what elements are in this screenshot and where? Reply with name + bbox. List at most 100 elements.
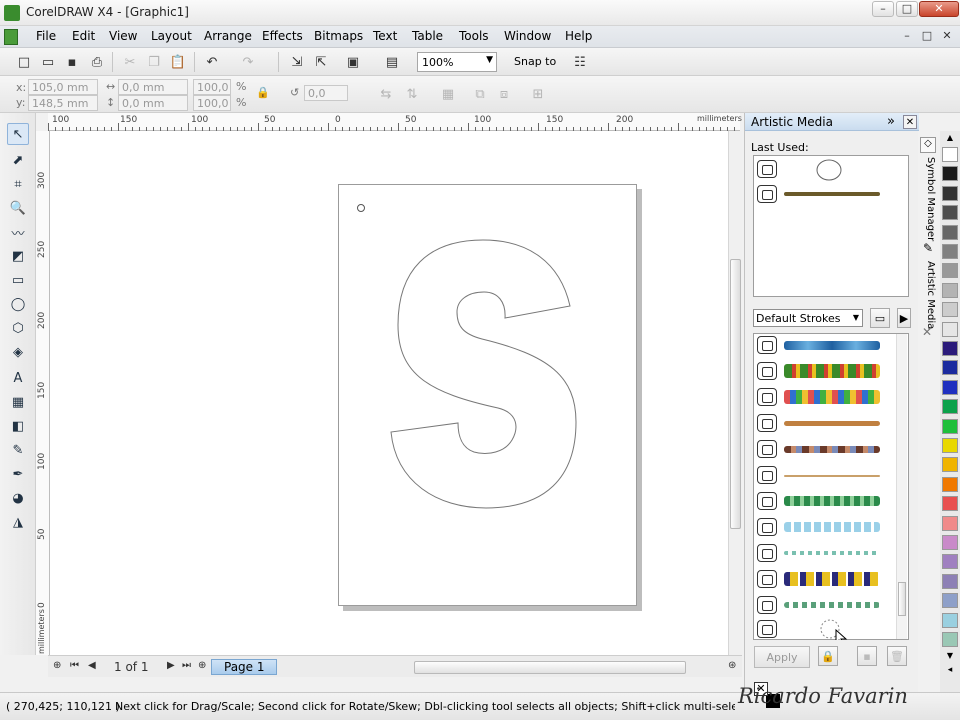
x-position-field[interactable]: 105,0 mm xyxy=(28,79,98,95)
color-swatch[interactable] xyxy=(942,535,958,550)
list-item[interactable] xyxy=(754,542,884,564)
fill-bucket-icon[interactable]: ◕ xyxy=(7,487,29,509)
docker-close-icon[interactable]: ✕ xyxy=(903,115,917,129)
browse-folder-icon[interactable]: ▭ xyxy=(870,308,890,328)
color-swatch[interactable] xyxy=(942,341,958,356)
list-item[interactable] xyxy=(754,360,884,382)
basic-shapes-icon[interactable]: ◈ xyxy=(7,341,29,363)
list-item[interactable] xyxy=(754,158,884,181)
import-icon[interactable]: ⇲ xyxy=(287,52,307,72)
interactive-fill-icon[interactable]: ◮ xyxy=(7,511,29,533)
mirror-vertical-icon[interactable]: ⇅ xyxy=(402,84,422,104)
menu-help[interactable]: Help xyxy=(565,29,592,43)
next-page-icon[interactable]: ▶ xyxy=(167,660,175,671)
menu-view[interactable]: View xyxy=(109,29,137,43)
color-swatch[interactable] xyxy=(942,399,958,415)
preset-dropdown[interactable]: Default Strokes ▼ xyxy=(753,309,863,327)
color-swatch[interactable] xyxy=(942,593,958,609)
outline-pen-icon[interactable]: ✒ xyxy=(7,463,29,485)
vertical-scrollbar[interactable] xyxy=(728,131,742,655)
save-icon[interactable]: ▪ xyxy=(62,52,82,72)
last-used-list[interactable] xyxy=(753,155,909,297)
menu-table[interactable]: Table xyxy=(412,29,443,43)
align-distribute-icon[interactable]: ▦ xyxy=(438,84,458,104)
palette-scroll-down-icon[interactable]: ▼ xyxy=(942,651,958,661)
add-page-after-icon[interactable]: ⊕ xyxy=(198,660,206,671)
menu-layout[interactable]: Layout xyxy=(151,29,192,43)
color-swatch[interactable] xyxy=(942,321,958,337)
strokes-list[interactable] xyxy=(753,333,909,640)
palette-scroll-up-icon[interactable]: ▲ xyxy=(942,133,958,143)
last-page-icon[interactable]: ⏭ xyxy=(182,660,191,671)
combine-icon[interactable]: ⊞ xyxy=(528,84,548,104)
color-swatch[interactable] xyxy=(942,166,958,182)
delete-icon[interactable]: 🗑 xyxy=(887,646,907,666)
apply-button[interactable]: Apply xyxy=(754,646,810,668)
copy-icon[interactable]: ❐ xyxy=(144,52,164,72)
color-swatch[interactable] xyxy=(942,573,958,589)
vertical-ruler[interactable]: 300 250 200 150 100 50 0 millimeters xyxy=(36,131,50,655)
color-swatch[interactable] xyxy=(942,612,958,628)
crop-tool-icon[interactable]: ⌗ xyxy=(7,173,29,195)
doc-close-button[interactable]: ✕ xyxy=(940,29,954,43)
palette-flyout-icon[interactable]: ◂ xyxy=(942,665,958,677)
table-tool-icon[interactable]: ▦ xyxy=(7,391,29,413)
shape-tool-icon[interactable]: ⬈ xyxy=(7,149,29,171)
letter-s-path[interactable] xyxy=(390,239,577,509)
color-swatch[interactable] xyxy=(942,147,958,162)
smart-fill-icon[interactable]: ◩ xyxy=(7,245,29,267)
tab-symbol-manager[interactable]: Symbol Manager xyxy=(925,157,936,241)
doc-minimize-button[interactable]: – xyxy=(900,29,914,43)
lock-ratio-icon[interactable]: 🔒 xyxy=(256,86,270,99)
interactive-blend-icon[interactable]: ◧ xyxy=(7,415,29,437)
document-icon[interactable] xyxy=(4,29,18,45)
horizontal-scrollbar[interactable] xyxy=(414,661,686,674)
expand-right-icon[interactable]: ▶ xyxy=(897,308,911,328)
cut-icon[interactable]: ✂ xyxy=(120,52,140,72)
minimize-button[interactable]: – xyxy=(872,1,894,17)
color-swatch[interactable] xyxy=(942,554,958,570)
new-icon[interactable]: □ xyxy=(14,52,34,72)
page-tab[interactable]: Page 1 xyxy=(211,659,277,675)
color-swatch[interactable] xyxy=(942,476,958,492)
color-swatch[interactable] xyxy=(942,224,958,240)
first-page-icon[interactable]: ⏮ xyxy=(70,660,79,671)
maximize-button[interactable]: □ xyxy=(896,1,918,17)
color-swatch[interactable] xyxy=(942,418,958,434)
color-swatch[interactable] xyxy=(942,438,958,453)
menu-effects[interactable]: Effects xyxy=(262,29,303,43)
navigator-icon[interactable]: ⊛ xyxy=(728,660,736,671)
welcome-screen-icon[interactable]: ▤ xyxy=(382,52,402,72)
menu-file[interactable]: File xyxy=(36,29,56,43)
freehand-tool-icon[interactable]: 〰 xyxy=(7,221,29,243)
list-item[interactable] xyxy=(754,386,884,408)
height-field[interactable]: 0,0 mm xyxy=(118,95,188,111)
close-button[interactable]: ✕ xyxy=(919,1,959,17)
color-swatch[interactable] xyxy=(942,263,958,279)
list-item[interactable] xyxy=(754,594,884,616)
expand-icon[interactable]: » xyxy=(887,114,895,129)
menu-tools[interactable]: Tools xyxy=(459,29,489,43)
symbol-manager-tab-icon[interactable]: ◇ xyxy=(920,137,936,153)
menu-text[interactable]: Text xyxy=(373,29,397,43)
snap-to-dropdown[interactable]: Snap to xyxy=(514,55,556,68)
close-tabs-icon[interactable]: ✕ xyxy=(922,325,932,339)
print-icon[interactable]: ⎙ xyxy=(87,52,107,72)
letter-s-outline[interactable] xyxy=(338,184,638,607)
lock-icon[interactable]: 🔒 xyxy=(818,646,838,666)
menu-window[interactable]: Window xyxy=(504,29,551,43)
list-item[interactable] xyxy=(754,618,884,640)
eyedropper-icon[interactable]: ✎ xyxy=(7,439,29,461)
artistic-media-tab-icon[interactable]: ✎ xyxy=(920,241,936,257)
list-item[interactable] xyxy=(754,568,884,590)
text-tool-icon[interactable]: A xyxy=(7,367,29,389)
mirror-horizontal-icon[interactable]: ⇆ xyxy=(376,84,396,104)
options-icon[interactable]: ☷ xyxy=(570,52,590,72)
width-field[interactable]: 0,0 mm xyxy=(118,79,188,95)
color-swatch[interactable] xyxy=(942,515,958,531)
ungroup-icon[interactable]: ⧈ xyxy=(494,84,514,104)
doc-restore-button[interactable]: □ xyxy=(920,29,934,43)
scrollbar-thumb[interactable] xyxy=(898,582,906,616)
color-swatch[interactable] xyxy=(942,302,958,318)
color-swatch[interactable] xyxy=(942,360,958,376)
